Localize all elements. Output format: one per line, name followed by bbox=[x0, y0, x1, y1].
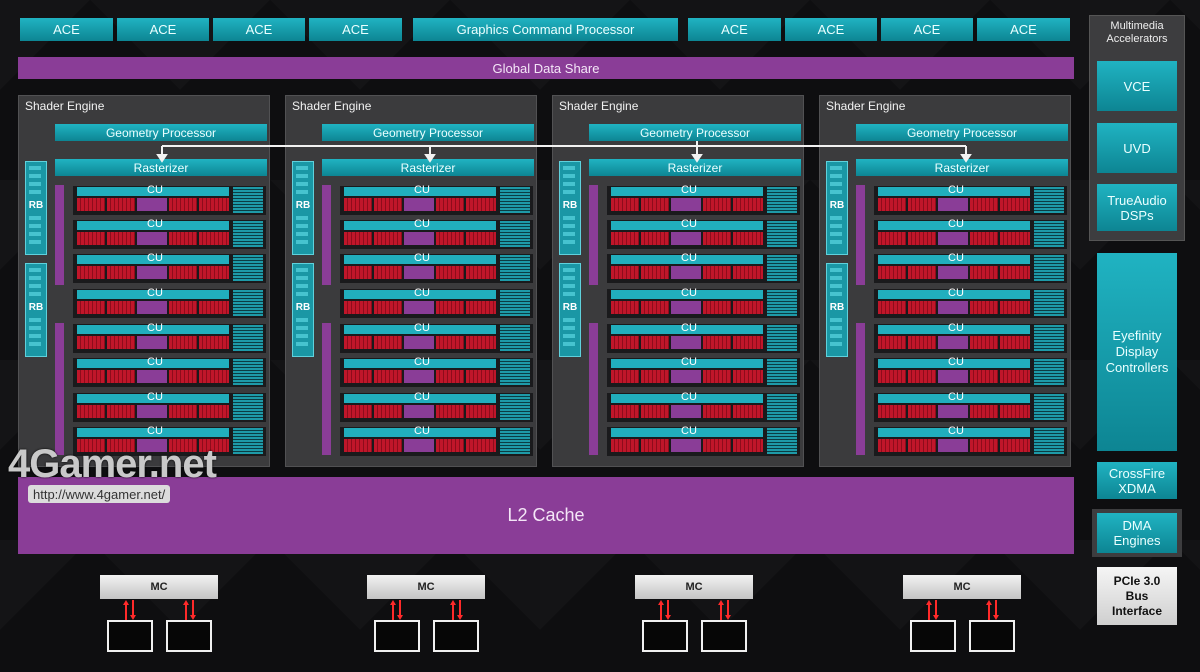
uvd-block: UVD bbox=[1097, 123, 1177, 173]
dma-block: DMA Engines bbox=[1097, 513, 1177, 553]
memory-chip bbox=[433, 620, 479, 652]
watermark-logo: 4Gamer.net bbox=[8, 442, 217, 486]
memory-controller: MC bbox=[635, 575, 753, 599]
crossfire-block: CrossFire XDMA bbox=[1097, 462, 1177, 499]
memory-arrows bbox=[986, 600, 999, 620]
memory-arrows bbox=[123, 600, 136, 620]
memory-controller: MC bbox=[367, 575, 485, 599]
memory-chip bbox=[107, 620, 153, 652]
memory-arrows bbox=[183, 600, 196, 620]
trueaudio-block: TrueAudio DSPs bbox=[1097, 184, 1177, 231]
vce-block: VCE bbox=[1097, 61, 1177, 111]
memory-chip bbox=[166, 620, 212, 652]
pcie-block: PCIe 3.0 Bus Interface bbox=[1097, 567, 1177, 625]
memory-controller: MC bbox=[903, 575, 1021, 599]
memory-arrows bbox=[390, 600, 403, 620]
connector-lines bbox=[156, 141, 972, 163]
multimedia-title: Multimedia Accelerators bbox=[1106, 20, 1168, 45]
memory-arrows bbox=[658, 600, 671, 620]
memory-chip bbox=[969, 620, 1015, 652]
memory-arrows bbox=[450, 600, 463, 620]
memory-arrows bbox=[718, 600, 731, 620]
gpu-block-diagram: ACE ACE ACE ACE Graphics Command Process… bbox=[0, 0, 1200, 672]
eyefinity-block: Eyefinity Display Controllers bbox=[1097, 253, 1177, 451]
memory-chip bbox=[910, 620, 956, 652]
watermark-url: http://www.4gamer.net/ bbox=[28, 485, 171, 503]
memory-chip bbox=[701, 620, 747, 652]
l2-cache: L2 Cache bbox=[18, 477, 1074, 554]
memory-controller: MC bbox=[100, 575, 218, 599]
memory-chip bbox=[374, 620, 420, 652]
memory-arrows bbox=[926, 600, 939, 620]
memory-chip bbox=[642, 620, 688, 652]
